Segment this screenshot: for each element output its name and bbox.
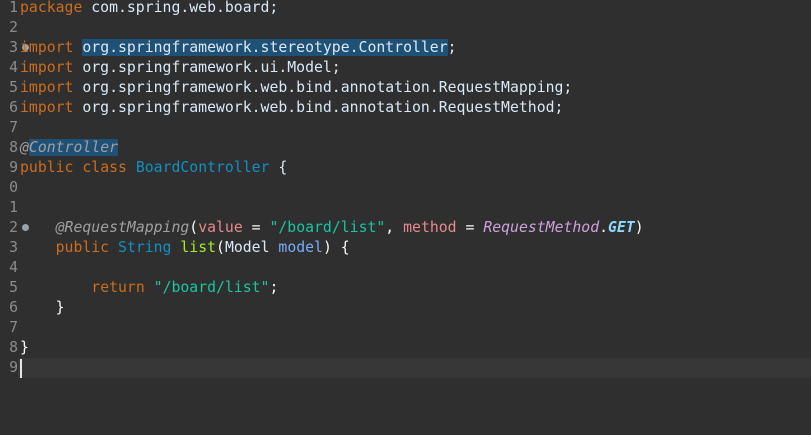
line-number: 5 [9,79,18,96]
code-text: . [599,219,609,236]
code-line-empty[interactable] [20,258,810,278]
line-number: 6 [9,299,18,316]
code-line-import[interactable]: import org.springframework.web.bind.anno… [20,98,810,118]
keyword: import [20,59,74,76]
line-number: 7 [9,119,18,136]
code-line-import[interactable]: import org.springframework.stereotype.Co… [20,38,810,58]
type-name: String [118,239,172,256]
code-line-close-brace[interactable]: } [20,338,810,358]
annotation: @RequestMapping [55,219,190,236]
code-line-close-brace[interactable]: } [20,298,810,318]
code-text: = [456,219,484,236]
code-line-empty[interactable] [20,18,810,38]
line-number: 1 [9,0,18,16]
line-number: 3 [0,38,29,58]
line-number: 7 [9,319,18,336]
code-text: { [269,159,288,176]
code-text: ) { [322,239,350,256]
keyword: import [20,79,74,96]
class-name: BoardController [135,159,270,176]
line-number-gutter: 1 2 3 4 5 6 7 8 9 0 1 2 3 4 5 6 7 8 9 [0,0,29,433]
annotation-attribute: method [403,219,457,236]
line-number: 9 [9,159,18,176]
code-line-method-declaration[interactable]: public String list(Model model) { [20,238,810,258]
keyword: return [91,279,145,296]
line-number: 6 [9,99,18,116]
string-literal: "/board/list" [269,219,386,236]
code-text: ) [634,219,644,236]
occurrence-highlight: Controller [28,139,119,156]
code-text: org.springframework.web.bind.annotation.… [73,79,573,96]
code-area[interactable]: package com.spring.web.board; import org… [18,0,811,378]
line-number: 4 [9,259,18,276]
line-number: 3 [9,239,18,256]
code-line-import[interactable]: import org.springframework.ui.Model; [20,58,810,78]
code-text: com.spring.web.board; [82,0,279,16]
string-literal: "/board/list" [153,279,270,296]
occurrence-highlight: org.springframework.stereotype.Controlle… [82,39,448,56]
code-text: } [55,299,65,316]
keyword: public [55,239,110,256]
line-number: 5 [9,279,18,296]
code-line-return[interactable]: return "/board/list"; [20,278,810,298]
text-caret [20,359,22,378]
line-number: 8 [9,339,18,356]
code-line-empty[interactable] [20,178,810,198]
code-text: ( [216,239,225,256]
line-number: 8 [9,139,18,156]
keyword: import [20,99,74,116]
annotation-attribute: value [198,219,243,236]
code-text: , [385,219,404,236]
line-number: 2 [0,218,29,238]
line-number: 4 [9,59,18,76]
code-line-import[interactable]: import org.springframework.web.bind.anno… [20,78,810,98]
code-line-empty[interactable] [20,198,810,218]
line-number: 2 [9,19,18,36]
keyword: public [20,159,74,176]
param-name: model [278,239,323,256]
code-line-class-declaration[interactable]: public class BoardController { [20,158,810,178]
code-text: org.springframework.ui.Model; [73,59,341,76]
line-number: 9 [9,359,18,376]
param-type: Model [224,239,270,256]
line-number: 0 [9,179,18,196]
enum-type: RequestMethod [483,219,600,236]
enum-constant: GET [608,219,635,236]
code-line-package[interactable]: package com.spring.web.board; [20,0,810,18]
code-editor[interactable]: 1 2 3 4 5 6 7 8 9 0 1 2 3 4 5 6 7 8 9 pa… [0,0,811,435]
code-line-empty[interactable] [20,318,810,338]
method-name: list [180,239,217,256]
keyword: package [20,0,83,16]
code-text: } [20,339,29,356]
code-text: ; [447,39,457,56]
code-text: org.springframework.web.bind.annotation.… [73,99,564,116]
code-line-empty[interactable] [20,118,810,138]
line-number: 1 [9,199,18,216]
code-text: ; [269,279,279,296]
keyword: import [20,39,74,56]
code-line-current[interactable] [18,358,811,378]
code-line-request-mapping[interactable]: @RequestMapping(value = "/board/list", m… [20,218,810,238]
code-text: ( [189,219,199,236]
code-line-annotation[interactable]: @Controller [20,138,810,158]
annotation-at: @ [20,139,29,156]
code-text: = [242,219,270,236]
keyword: class [82,159,127,176]
